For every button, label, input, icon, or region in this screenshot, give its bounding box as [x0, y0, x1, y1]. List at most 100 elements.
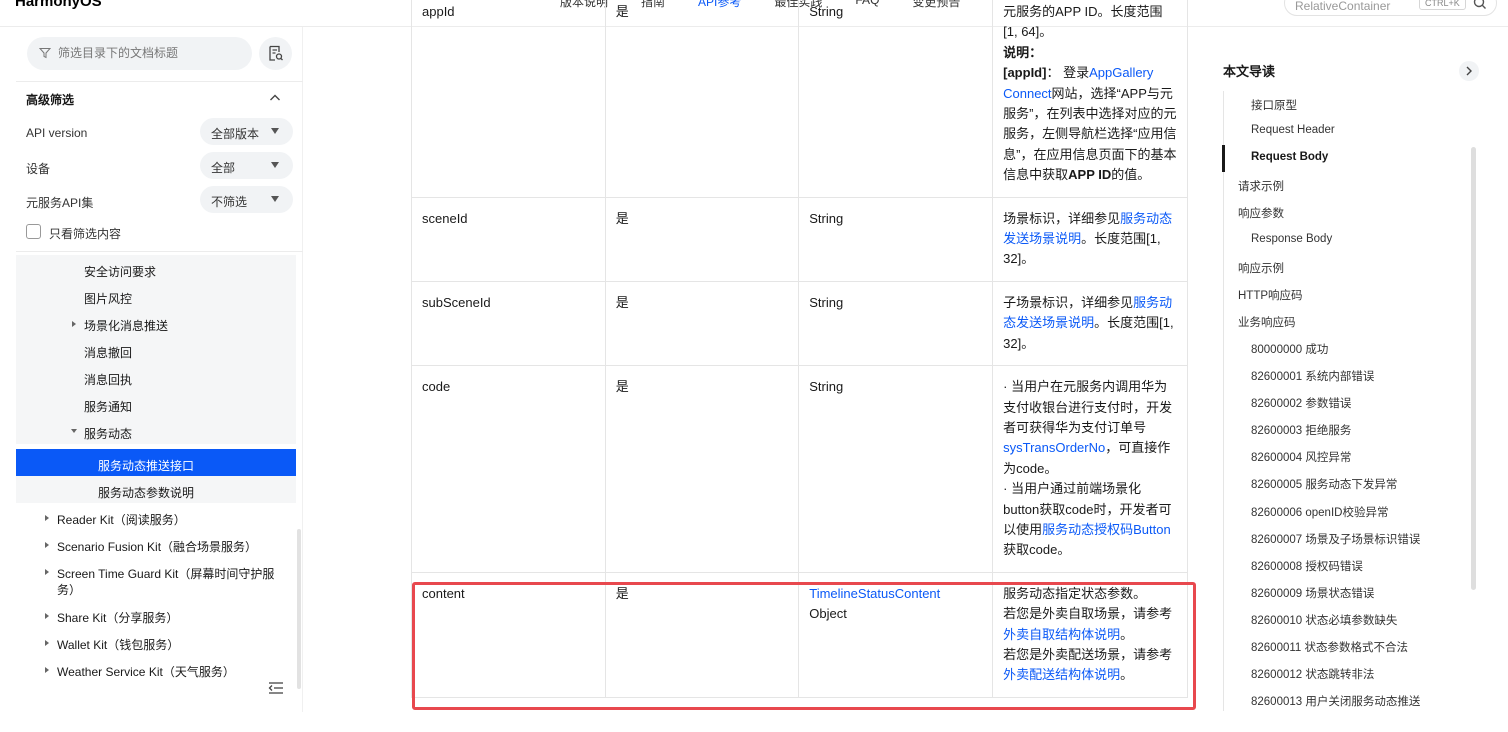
toc-scrollbar[interactable] — [1471, 147, 1476, 590]
caret-down-icon — [271, 196, 279, 202]
toc-item[interactable]: 82600013 用户关闭服务动态推送 — [1251, 693, 1420, 709]
request-body-table: appId 是 String 元服务的APP ID。长度范围 [1, 64]。 说明： [a… — [411, 0, 1188, 698]
toc-item[interactable]: 82600008 授权码错误 — [1251, 558, 1363, 574]
type-cell: String — [798, 365, 994, 573]
only-filtered-checkbox[interactable] — [26, 224, 41, 239]
divider — [16, 81, 303, 82]
device-select[interactable]: 全部 — [200, 152, 293, 179]
description-text: 服务动态指定状态参数。 — [1003, 585, 1147, 601]
expand-arrow-icon[interactable] — [45, 640, 49, 646]
param-name-cell: appId — [411, 0, 606, 198]
table-row: sceneId 是 String 场景标识，详细参见服务动态发送场景说明。长度范围[1… — [411, 196, 1188, 282]
tree-item[interactable]: 安全访问要求 — [16, 255, 296, 282]
collapse-arrow-icon[interactable] — [71, 429, 77, 433]
toc-active-indicator — [1222, 145, 1225, 172]
toc-item[interactable]: Request Body — [1251, 151, 1328, 163]
tree-item-label: 服务动态参数说明 — [98, 486, 195, 500]
toc-item[interactable]: 82600009 场景状态错误 — [1251, 585, 1374, 601]
table-row: code 是 String · 当用户在元服务内调用华为支付收银台进行支付时，开发者可… — [411, 365, 1188, 573]
collapse-sidebar-icon[interactable] — [268, 681, 284, 695]
required-cell: 是 — [604, 571, 800, 698]
advanced-filter-title: 高级筛选 — [26, 93, 75, 107]
tree-item[interactable]: 消息回执 — [16, 363, 296, 390]
sidebar-scrollbar[interactable] — [297, 529, 301, 689]
type-cell: String — [798, 196, 994, 282]
tree-item[interactable]: 消息撤回 — [16, 336, 296, 363]
select-value: 全部版本 — [211, 127, 260, 141]
tree-item[interactable]: 场景化消息推送 — [16, 309, 296, 336]
tree-item[interactable]: 图片风控 — [16, 282, 296, 309]
description-text: 元服务的APP ID。长度范围 — [1003, 4, 1163, 19]
toc-item[interactable]: 82600012 状态跳转非法 — [1251, 666, 1374, 682]
sidebar: 高级筛选 API version 全部版本 设备 全部 元服务API集 不筛选 … — [16, 27, 303, 712]
tree-item[interactable]: Share Kit（分享服务） — [16, 601, 296, 628]
required-cell: 是 — [604, 280, 800, 367]
doc-list-button[interactable] — [259, 37, 292, 70]
description-text: 子场景标识，详细参见 — [1003, 294, 1134, 310]
doc-link[interactable]: 外卖自取结构体说明 — [1003, 627, 1120, 642]
doc-filter[interactable] — [27, 37, 252, 70]
tree-item-label: 服务动态 — [84, 427, 133, 441]
expand-arrow-icon[interactable] — [45, 667, 49, 673]
expand-arrow-icon[interactable] — [45, 613, 49, 619]
doc-link[interactable]: 外卖配送结构体说明 — [1003, 667, 1120, 682]
tree-item[interactable]: 服务动态参数说明 — [16, 476, 296, 503]
filter-row-api-version: API version 全部版本 — [26, 118, 296, 146]
only-filtered-label: 只看筛选内容 — [49, 227, 122, 241]
toc-item[interactable]: 82600003 拒绝服务 — [1251, 422, 1351, 438]
tree-item-selected[interactable]: 服务动态推送接口 — [16, 449, 296, 476]
tree-item[interactable]: Reader Kit（阅读服务） — [16, 503, 296, 530]
toc-item[interactable]: 82600002 参数错误 — [1251, 395, 1351, 411]
bold-text: APP ID — [1068, 167, 1112, 183]
toc-item[interactable]: 82600004 风控异常 — [1251, 449, 1351, 465]
toc-item[interactable]: HTTP响应码 — [1238, 287, 1303, 303]
toc-item[interactable]: Request Header — [1251, 124, 1335, 136]
tree-item[interactable]: Weather Service Kit（天气服务） — [16, 655, 296, 682]
description-cell: · 当用户在元服务内调用华为支付收银台进行支付时，开发者可获得华为支付订单号 sy… — [992, 365, 1188, 573]
toc-collapse-button[interactable] — [1459, 61, 1479, 81]
table-row: content 是 TimelineStatusContent Object 服务动态指… — [411, 571, 1188, 698]
global-search-input[interactable] — [1295, 0, 1415, 13]
description-cell: 场景标识，详细参见服务动态发送场景说明。长度范围[1, 32]。 — [992, 196, 1188, 282]
expand-arrow-icon[interactable] — [45, 515, 49, 521]
toc-item[interactable]: 82600011 状态参数格式不合法 — [1251, 639, 1408, 655]
tree-item[interactable]: Scenario Fusion Kit（融合场景服务） — [16, 530, 296, 557]
api-version-select[interactable]: 全部版本 — [200, 118, 293, 145]
toc-item[interactable]: 请求示例 — [1238, 178, 1284, 194]
toc-item[interactable]: 82600006 openID校验异常 — [1251, 504, 1388, 520]
doc-link[interactable]: sysTransOrderNo — [1003, 440, 1105, 455]
toc-item[interactable]: 响应示例 — [1238, 260, 1284, 276]
search-icon[interactable] — [1472, 0, 1488, 11]
tree-item[interactable]: 服务动态 — [16, 417, 296, 444]
atomic-api-select[interactable]: 不筛选 — [200, 186, 293, 213]
table-row: subSceneId 是 String 子场景标识，详细参见服务动态发送场景说明。长度… — [411, 280, 1188, 367]
type-link[interactable]: TimelineStatusContent — [809, 586, 940, 601]
tree-item[interactable]: Screen Time Guard Kit（屏幕时间守护服 务） — [16, 557, 296, 601]
page-bottom — [0, 712, 1508, 732]
expand-arrow-icon[interactable] — [72, 321, 76, 327]
toc-item[interactable]: 80000000 成功 — [1251, 341, 1328, 357]
toc-item[interactable]: 业务响应码 — [1238, 314, 1296, 330]
expand-arrow-icon[interactable] — [45, 542, 49, 548]
tree-item-label: 服务动态推送接口 — [98, 459, 195, 473]
tree-item[interactable]: 服务通知 — [16, 390, 296, 417]
tree-item-label: Screen Time Guard Kit（屏幕时间守护服 — [57, 567, 275, 581]
global-search[interactable]: CTRL+K — [1284, 0, 1497, 16]
logo[interactable]: HarmonyOS — [15, 0, 102, 10]
toc-item[interactable]: 82600005 服务动态下发异常 — [1251, 476, 1397, 492]
doc-filter-input[interactable] — [58, 46, 238, 60]
doc-link[interactable]: 服务动态授权码Button — [1042, 522, 1171, 537]
toc-item[interactable]: Response Body — [1251, 233, 1332, 245]
toc-item[interactable]: 接口原型 — [1251, 97, 1297, 113]
description-text: 获取code。 — [1003, 542, 1071, 558]
toc-item[interactable]: 82600007 场景及子场景标识错误 — [1251, 531, 1420, 547]
filter-row-device: 设备 全部 — [26, 152, 296, 180]
expand-arrow-icon[interactable] — [45, 569, 49, 575]
tree-item[interactable]: Wallet Kit（钱包服务） — [16, 628, 296, 655]
filter-label: 设备 — [26, 162, 51, 176]
toc-item[interactable]: 响应参数 — [1238, 205, 1284, 221]
toc-item[interactable]: 82600001 系统内部错误 — [1251, 368, 1374, 384]
toc-item[interactable]: 82600010 状态必填参数缺失 — [1251, 612, 1397, 628]
filter-row-atomic-api: 元服务API集 不筛选 — [26, 186, 296, 214]
chevron-up-icon[interactable] — [268, 91, 282, 105]
